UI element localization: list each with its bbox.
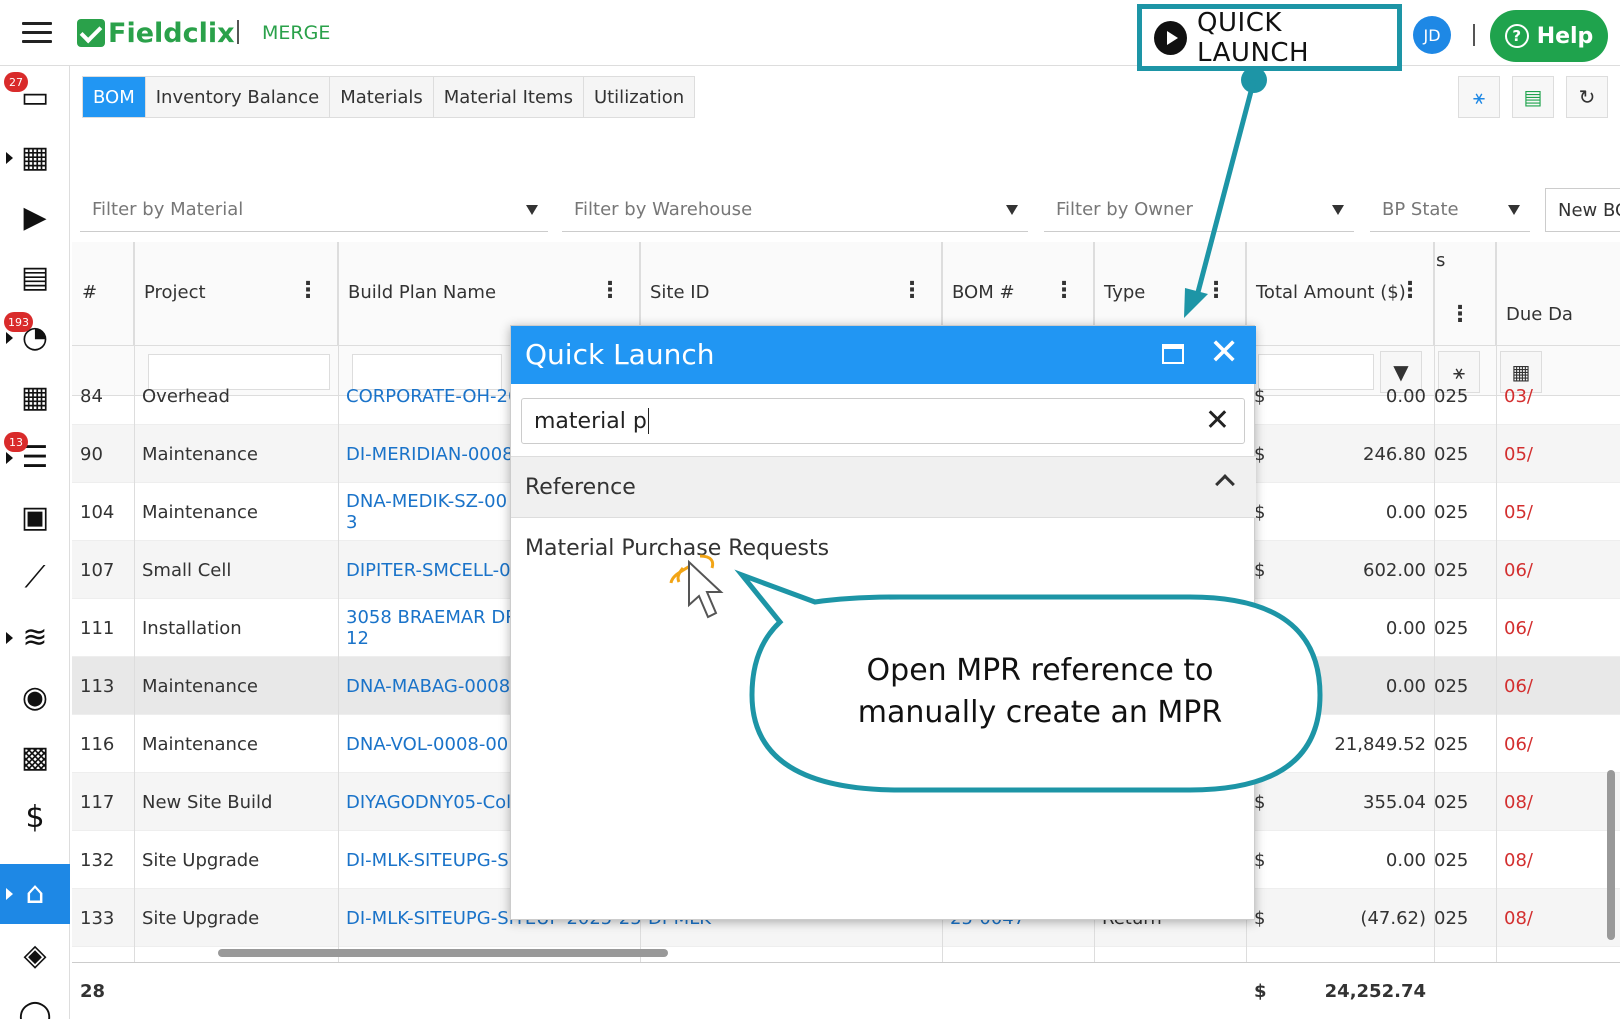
pointer-arrow (1184, 67, 1267, 318)
cursor-icon (669, 554, 724, 619)
annotation-overlay (669, 67, 1323, 793)
callout-line-1: Open MPR reference to (866, 653, 1214, 688)
callout-text: Open MPR reference to manually create an… (800, 650, 1280, 734)
callout-line-2: manually create an MPR (857, 695, 1223, 730)
